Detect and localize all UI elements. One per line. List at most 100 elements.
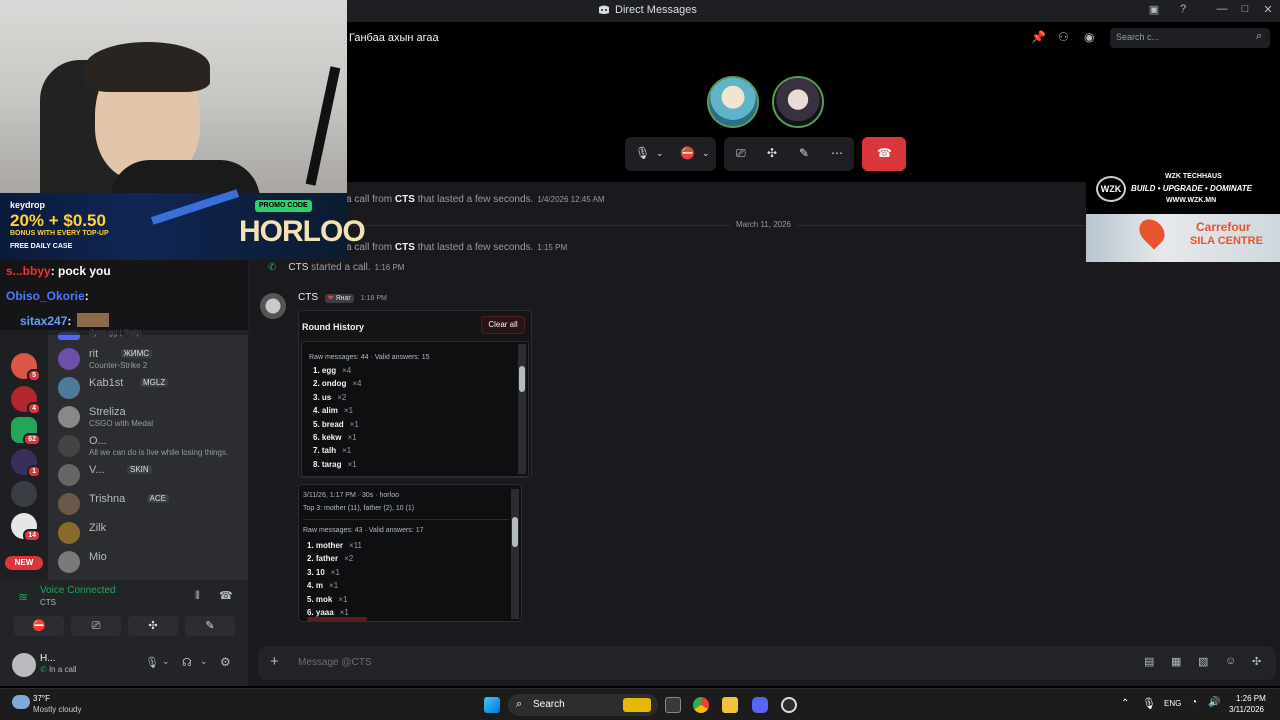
file-explorer-icon[interactable] xyxy=(722,697,738,713)
dm-item[interactable]: O... All we can do is live while losing t… xyxy=(58,433,248,461)
pin-icon[interactable]: 📌 xyxy=(1031,30,1046,44)
message-placeholder: Message @CTS xyxy=(298,657,372,668)
maximize-button[interactable]: □ xyxy=(1236,3,1254,19)
gif-icon[interactable]: ▦ xyxy=(1171,655,1181,668)
emoji-icon[interactable]: ☺ xyxy=(1225,655,1236,667)
chevron-down-icon[interactable]: ⌄ xyxy=(656,148,664,159)
app-icon[interactable] xyxy=(781,697,797,713)
weather-temp[interactable]: 37°F xyxy=(33,694,50,703)
language-indicator[interactable]: ENG xyxy=(1164,699,1181,708)
server-icon[interactable]: 5 xyxy=(11,353,41,382)
clock-date[interactable]: 3/11/2026 xyxy=(1229,705,1264,714)
disconnect-icon[interactable]: ☎ xyxy=(219,589,233,602)
call-participant-avatar[interactable] xyxy=(772,76,824,128)
server-icon[interactable]: 4 xyxy=(11,386,41,415)
search-icon: ⌕ xyxy=(516,698,523,710)
chevron-up-icon[interactable]: ⌃ xyxy=(1121,698,1129,709)
inbox-icon[interactable]: ▣ xyxy=(1145,3,1163,19)
call-log-message: a call from CTS that lasted a few second… xyxy=(346,194,604,205)
microphone-icon[interactable]: 🎙 xyxy=(145,656,159,669)
screen-share-icon[interactable]: ⎚ xyxy=(736,146,746,161)
clock-time[interactable]: 1:26 PM xyxy=(1236,694,1266,703)
dm-item[interactable]: Streliza CSGO with Medal xyxy=(58,404,248,432)
add-attachment-icon[interactable]: + xyxy=(270,653,279,670)
disconnect-button[interactable]: ☎ xyxy=(862,137,906,171)
server-icon[interactable]: 14 xyxy=(11,513,41,542)
add-friend-icon[interactable]: ⚇ xyxy=(1058,30,1069,44)
chevron-down-icon[interactable]: ⌄ xyxy=(162,656,170,667)
call-user[interactable]: CTS xyxy=(395,194,415,205)
activities-icon[interactable]: ✣ xyxy=(767,146,777,160)
voice-status[interactable]: Voice Connected xyxy=(40,585,116,596)
answer-word: 2. father xyxy=(307,554,339,564)
weather-desc[interactable]: Mostly cloudy xyxy=(33,705,81,714)
search-box[interactable]: Search c... ⌕ xyxy=(1110,28,1270,48)
unread-badge: 1 xyxy=(27,465,41,478)
sticker-icon[interactable]: ▧ xyxy=(1198,655,1208,668)
microphone-icon[interactable]: 🎙 xyxy=(635,146,650,160)
close-button[interactable]: ✕ xyxy=(1259,3,1277,19)
noise-suppression-icon[interactable]: ⦀ xyxy=(195,590,200,603)
dm-item[interactable]: Zilk xyxy=(58,520,248,548)
answer-row: 4. alim ×1 xyxy=(313,406,353,415)
dm-item[interactable]: rit ЖИМС Counter-Strike 2 xyxy=(58,346,248,374)
divider xyxy=(303,519,509,520)
weather-icon[interactable] xyxy=(12,695,30,709)
new-badge[interactable]: NEW xyxy=(5,556,43,570)
avatar[interactable] xyxy=(12,653,36,677)
unread-badge: 62 xyxy=(23,433,41,446)
soundboard-button[interactable]: ✎ xyxy=(185,616,235,636)
task-view-icon[interactable] xyxy=(665,697,681,713)
answer-count: ×1 xyxy=(349,419,359,429)
soundboard-icon[interactable]: ✎ xyxy=(799,146,809,160)
headphones-icon[interactable]: ☊ xyxy=(182,656,192,669)
apps-icon[interactable]: ✣ xyxy=(1252,655,1261,668)
start-icon[interactable] xyxy=(484,697,500,713)
voice-channel[interactable]: CTS xyxy=(40,598,56,607)
user-name[interactable]: H... xyxy=(40,653,56,664)
discord-taskbar-icon[interactable] xyxy=(752,697,768,713)
dm-name: Trishna xyxy=(89,493,126,505)
server-icon[interactable] xyxy=(11,481,37,507)
wifi-icon[interactable]: ◔ xyxy=(1191,697,1197,708)
call-user[interactable]: CTS xyxy=(288,262,308,273)
chevron-down-icon[interactable]: ⌄ xyxy=(200,656,208,667)
volume-icon[interactable]: 🔊 xyxy=(1208,697,1220,708)
settings-icon[interactable]: ⚙ xyxy=(220,655,231,669)
sponsor-logo: WZK xyxy=(1096,176,1126,202)
message-author[interactable]: CTS xyxy=(298,292,318,303)
chrome-icon[interactable] xyxy=(693,697,709,713)
minimize-button[interactable]: — xyxy=(1213,3,1231,19)
chevron-down-icon[interactable]: ⌄ xyxy=(702,148,710,159)
scrollbar[interactable] xyxy=(518,344,526,474)
stream-chat-line: Obiso_Okorie: xyxy=(6,289,89,303)
server-icon[interactable]: 62 xyxy=(11,417,41,446)
voice-panel: ≋ Voice Connected CTS ⦀ ☎ ⛔ ⎚ ✣ ✎ xyxy=(0,580,248,642)
dm-item[interactable]: Kab1st MGLZ xyxy=(58,375,248,403)
more-icon[interactable]: ⋯ xyxy=(831,146,843,160)
scrollbar-thumb[interactable] xyxy=(512,517,518,547)
signal-icon[interactable]: ≋ xyxy=(18,590,28,604)
screen-share-button[interactable]: ⎚ xyxy=(71,616,121,636)
activities-button[interactable]: ✣ xyxy=(128,616,178,636)
dm-item[interactable]: V... SKIN xyxy=(58,462,248,490)
microphone-icon[interactable]: 🎙 xyxy=(1142,697,1156,710)
clear-all-button[interactable]: Clear all xyxy=(481,316,525,334)
camera-button[interactable]: ⛔ xyxy=(14,616,64,636)
call-area: Ганбаа ахын агаа 📌 ⚇ ◉ Search c... ⌕ 🎙 ⌄… xyxy=(248,22,1280,182)
help-icon[interactable]: ? xyxy=(1174,3,1192,19)
server-icon[interactable]: 1 xyxy=(11,449,41,478)
call-user[interactable]: CTS xyxy=(395,242,415,253)
call-participant-avatar[interactable] xyxy=(707,76,759,128)
gift-icon[interactable]: ▤ xyxy=(1144,655,1154,668)
dm-item[interactable]: Trishna ACE xyxy=(58,491,248,519)
profile-icon[interactable]: ◉ xyxy=(1084,30,1094,44)
camera-off-icon[interactable]: ⛔ xyxy=(680,146,695,160)
taskbar-search[interactable]: ⌕ Search xyxy=(508,694,658,716)
answer-count: ×2 xyxy=(337,392,347,402)
scrollbar-thumb[interactable] xyxy=(519,366,525,392)
avatar[interactable] xyxy=(260,293,286,319)
message-input[interactable]: + Message @CTS ▤ ▦ ▧ ☺ ✣ xyxy=(258,646,1276,680)
scrollbar[interactable] xyxy=(511,489,519,619)
dm-item[interactable]: Mio xyxy=(58,549,248,577)
